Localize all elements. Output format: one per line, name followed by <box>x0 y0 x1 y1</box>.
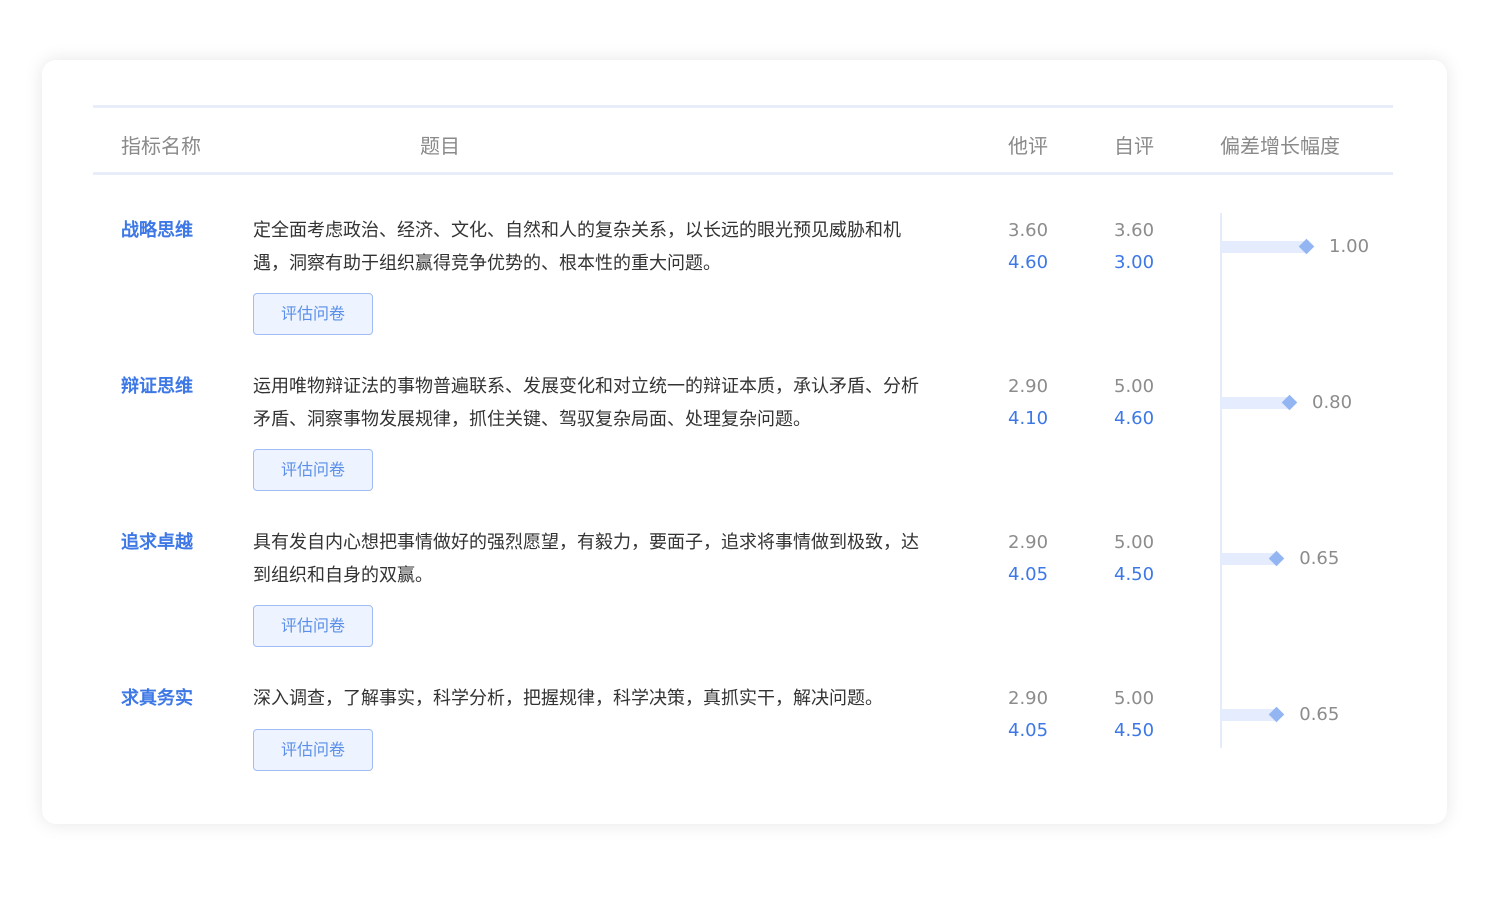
evaluation-questionnaire-button[interactable]: 评估问卷 <box>253 605 373 647</box>
evaluation-questionnaire-button[interactable]: 评估问卷 <box>253 729 373 771</box>
question-text: 深入调查，了解事实，科学分析，把握规律，科学决策，真抓实干，解决问题。 <box>253 688 883 709</box>
growth-value: 1.00 <box>1329 236 1370 257</box>
indicator-name: 追求卓越 <box>121 532 193 553</box>
question-text: 运用唯物辩证法的事物普遍联系、发展变化和对立统一的辩证本质，承认矛盾、分析矛盾、… <box>253 376 919 430</box>
indicator-name: 求真务实 <box>121 688 193 709</box>
self-rating-after: 3.00 <box>1114 252 1155 273</box>
evaluation-questionnaire-button[interactable]: 评估问卷 <box>253 449 373 491</box>
self-rating-after: 4.60 <box>1114 408 1155 429</box>
question-text: 定全面考虑政治、经济、文化、自然和人的复杂关系，以长远的眼光预见威胁和机遇，洞察… <box>253 220 901 274</box>
growth-bar-fill <box>1222 397 1290 409</box>
other-rating-before: 3.60 <box>1008 220 1049 241</box>
self-rating-after: 4.50 <box>1114 720 1155 741</box>
header-question: 题目 <box>420 134 460 158</box>
evaluation-questionnaire-button[interactable]: 评估问卷 <box>253 293 373 335</box>
indicator-name: 战略思维 <box>121 220 193 241</box>
self-rating-before: 5.00 <box>1114 532 1155 553</box>
header-deviation-growth: 偏差增长幅度 <box>1220 134 1340 158</box>
growth-bar: 0.65 <box>1222 703 1422 727</box>
self-rating-before: 3.60 <box>1114 220 1155 241</box>
growth-bar: 0.65 <box>1222 547 1422 571</box>
header-indicator-name: 指标名称 <box>121 134 201 158</box>
growth-bar: 0.80 <box>1222 391 1422 415</box>
self-rating-after: 4.50 <box>1114 564 1155 585</box>
other-rating-before: 2.90 <box>1008 376 1049 397</box>
growth-value: 0.65 <box>1299 548 1340 569</box>
question-text: 具有发自内心想把事情做好的强烈愿望，有毅力，要面子，追求将事情做到极致，达到组织… <box>253 532 919 586</box>
self-rating-before: 5.00 <box>1114 376 1155 397</box>
growth-bar-fill <box>1222 241 1307 253</box>
other-rating-after: 4.05 <box>1008 564 1049 585</box>
self-rating-before: 5.00 <box>1114 688 1155 709</box>
header-other-rating: 他评 <box>1008 134 1048 158</box>
growth-bar: 1.00 <box>1222 235 1422 259</box>
other-rating-before: 2.90 <box>1008 532 1049 553</box>
growth-axis <box>1220 213 1222 748</box>
other-rating-before: 2.90 <box>1008 688 1049 709</box>
table-header: 指标名称 题目 他评 自评 偏差增长幅度 <box>93 105 1393 175</box>
other-rating-after: 4.60 <box>1008 252 1049 273</box>
header-self-rating: 自评 <box>1114 134 1154 158</box>
other-rating-after: 4.05 <box>1008 720 1049 741</box>
other-rating-after: 4.10 <box>1008 408 1049 429</box>
growth-value: 0.80 <box>1312 392 1353 413</box>
assessment-card: 指标名称 题目 他评 自评 偏差增长幅度 战略思维 定全面考虑政治、经济、文化、… <box>42 60 1447 824</box>
growth-value: 0.65 <box>1299 704 1340 725</box>
indicator-name: 辩证思维 <box>121 376 193 397</box>
